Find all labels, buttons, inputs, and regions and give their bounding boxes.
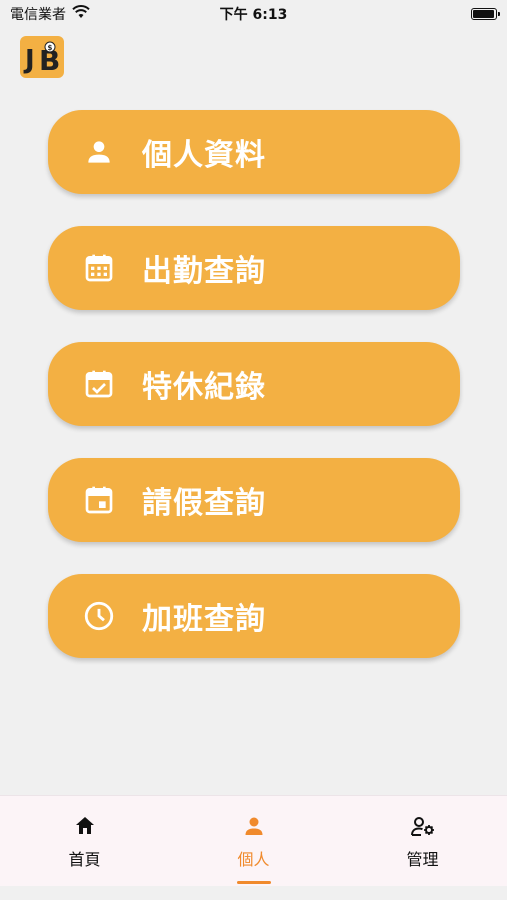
person-gear-icon [410, 814, 436, 842]
menu-list: 個人資料 出勤查詢 特休紀錄 請假查詢 加班查詢 [48, 110, 460, 690]
tab-home[interactable]: 首頁 [0, 796, 169, 886]
menu-leave-query-button[interactable]: 請假查詢 [48, 458, 460, 542]
home-icon [73, 814, 97, 842]
tab-manage[interactable]: 管理 [338, 796, 507, 886]
jb-logo-icon: J B $ [23, 41, 60, 76]
wifi-icon [72, 5, 90, 23]
bottom-tab-bar: 首頁 個人 管理 [0, 795, 507, 886]
person-icon [82, 135, 116, 169]
calendar-check-icon [82, 367, 116, 401]
tab-manage-label: 管理 [406, 850, 439, 869]
menu-overtime-button[interactable]: 加班查詢 [48, 574, 460, 658]
battery-icon [471, 8, 500, 20]
status-bar: 電信業者 下午 6:13 [0, 0, 507, 28]
svg-text:J: J [23, 45, 35, 75]
menu-attendance-label: 出勤查詢 [142, 254, 266, 289]
menu-personal-info-label: 個人資料 [142, 138, 266, 173]
tab-personal[interactable]: 個人 [169, 796, 338, 886]
menu-attendance-button[interactable]: 出勤查詢 [48, 226, 460, 310]
person-icon [242, 814, 266, 842]
active-tab-indicator [236, 881, 271, 884]
status-left: 電信業者 [0, 4, 90, 24]
status-right [471, 8, 507, 20]
tab-personal-label: 個人 [237, 850, 270, 869]
clock-icon [82, 599, 116, 633]
menu-annual-leave-label: 特休紀錄 [142, 370, 266, 405]
menu-overtime-label: 加班查詢 [142, 602, 266, 637]
menu-leave-query-label: 請假查詢 [142, 486, 266, 521]
carrier-name: 電信業者 [10, 7, 66, 23]
battery-fill [473, 10, 494, 18]
app-logo: J B $ [20, 36, 64, 78]
tab-home-label: 首頁 [68, 850, 101, 869]
home-indicator-area [0, 886, 507, 900]
svg-text:$: $ [48, 44, 53, 52]
menu-annual-leave-button[interactable]: 特休紀錄 [48, 342, 460, 426]
menu-personal-info-button[interactable]: 個人資料 [48, 110, 460, 194]
calendar-grid-icon [82, 251, 116, 285]
calendar-event-icon [82, 483, 116, 517]
